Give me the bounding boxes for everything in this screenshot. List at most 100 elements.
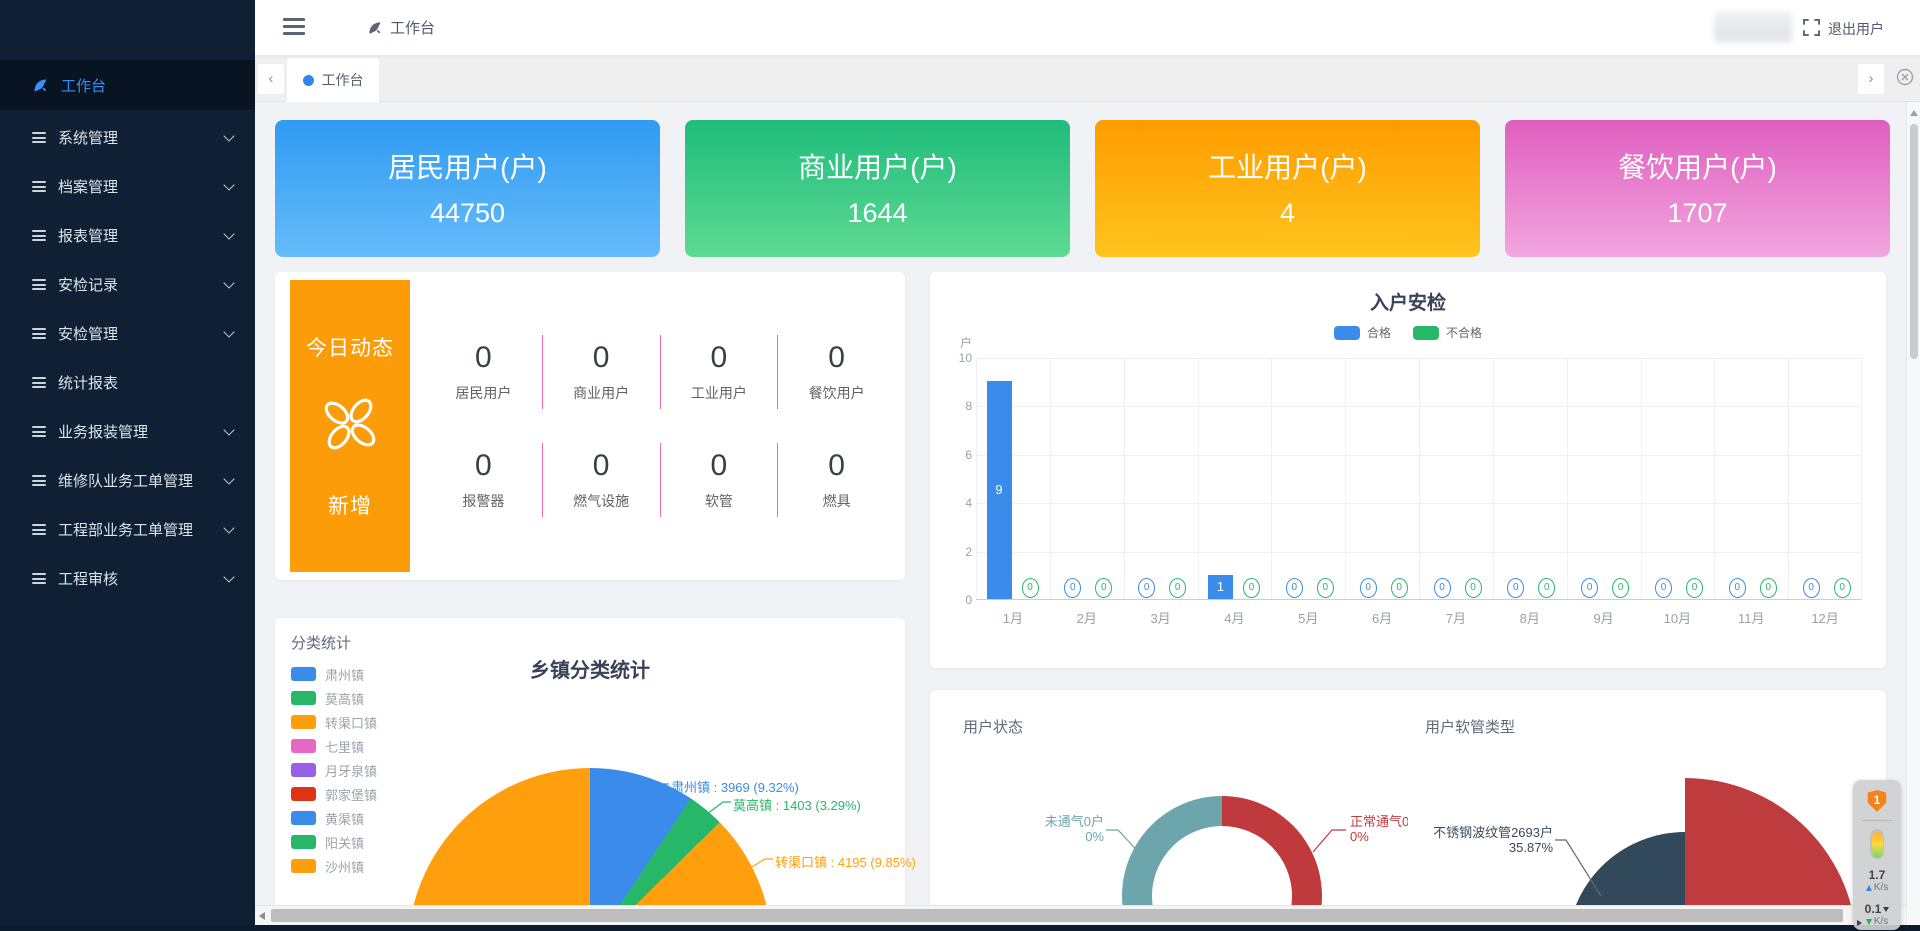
security-shield-icon[interactable]: 1 bbox=[1866, 790, 1888, 812]
zero-value-label: 0 bbox=[1169, 578, 1186, 598]
menu-lines-icon bbox=[32, 377, 46, 388]
stat-card-2[interactable]: 工业用户(户)4 bbox=[1095, 120, 1480, 257]
township-legend-item-七里镇[interactable]: 七里镇 bbox=[291, 734, 377, 758]
sidebar-item-3[interactable]: 报表管理 bbox=[0, 211, 255, 260]
hamburger-menu-icon[interactable] bbox=[283, 18, 305, 36]
legend-swatch bbox=[291, 739, 316, 753]
tabs-scroll-right-icon[interactable]: › bbox=[1858, 64, 1884, 94]
sidebar-item-10[interactable]: 工程审核 bbox=[0, 554, 255, 603]
stat-card-3[interactable]: 餐饮用户(户)1707 bbox=[1505, 120, 1890, 257]
y-tick-label: 6 bbox=[938, 448, 972, 462]
tab-active-dot-icon bbox=[303, 75, 314, 86]
sidebar-item-label: 安检管理 bbox=[58, 323, 118, 344]
sidebar-item-4[interactable]: 安检记录 bbox=[0, 260, 255, 309]
chevron-down-icon bbox=[223, 179, 234, 190]
township-legend-item-阳关镇[interactable]: 阳关镇 bbox=[291, 830, 377, 854]
sidebar-item-5[interactable]: 安检管理 bbox=[0, 309, 255, 358]
stat-card-1[interactable]: 商业用户(户)1644 bbox=[685, 120, 1070, 257]
hose-type-title: 用户软管类型 bbox=[1425, 716, 1515, 737]
legend-item-不合格[interactable]: 不合格 bbox=[1413, 324, 1482, 341]
today-stat-cell: 0燃气设施 bbox=[543, 443, 661, 517]
menu-lines-icon bbox=[32, 181, 46, 192]
upload-speed-unit: K/s bbox=[1866, 882, 1888, 893]
bottom-charts-panel: 用户状态 未通气0户0% 正常通气0户0% 用户软管类型 不锈钢波纹管2693户… bbox=[930, 690, 1886, 931]
collapse-icon[interactable] bbox=[1883, 907, 1889, 912]
zero-value-label: 0 bbox=[1064, 578, 1081, 598]
inspection-legend: 合格 不合格 bbox=[930, 324, 1886, 341]
sidebar-item-label: 工程审核 bbox=[58, 568, 118, 589]
net-speed-widget[interactable]: 1 1.7 K/s 0.1 K/s bbox=[1853, 780, 1901, 930]
legend-swatch bbox=[291, 715, 316, 729]
zero-value-label: 0 bbox=[1138, 578, 1155, 598]
logout-button[interactable]: 退出用户 bbox=[1828, 19, 1884, 39]
x-tick-label: 6月 bbox=[1345, 608, 1419, 627]
download-speed-value: 0.1 bbox=[1865, 902, 1890, 916]
township-legend-item-莫高镇[interactable]: 莫高镇 bbox=[291, 686, 377, 710]
today-stat-value: 0 bbox=[778, 341, 895, 375]
township-panel-title: 分类统计 bbox=[291, 632, 351, 653]
sidebar-item-7[interactable]: 业务报装管理 bbox=[0, 407, 255, 456]
donut-slice-label: 正常通气0户0% bbox=[1350, 814, 1408, 844]
zero-value-label: 0 bbox=[1538, 578, 1555, 598]
leaf-icon bbox=[32, 77, 49, 94]
today-stat-cell: 0报警器 bbox=[425, 443, 543, 517]
bar-value-label: 1 bbox=[1208, 579, 1233, 594]
bar-group-12月: 00 bbox=[1788, 358, 1862, 599]
bar-group-4月: 10 bbox=[1198, 358, 1272, 599]
tabs-scroll-left-icon[interactable]: ‹ bbox=[258, 64, 284, 94]
sidebar-item-8[interactable]: 维修队业务工单管理 bbox=[0, 456, 255, 505]
x-tick-label: 12月 bbox=[1788, 608, 1862, 627]
x-tick-label: 8月 bbox=[1493, 608, 1567, 627]
bar-group-7月: 00 bbox=[1419, 358, 1493, 599]
legend-label: 郭家堡镇 bbox=[325, 785, 377, 804]
township-legend-item-转渠口镇[interactable]: 转渠口镇 bbox=[291, 710, 377, 734]
x-tick-label: 4月 bbox=[1198, 608, 1272, 627]
today-stat-value: 0 bbox=[425, 341, 542, 375]
pie-slice-label: 莫高镇 : 1403 (3.29%) bbox=[733, 795, 861, 814]
legend-item-合格[interactable]: 合格 bbox=[1334, 324, 1391, 341]
legend-swatch bbox=[1413, 326, 1439, 340]
stat-card-title: 工业用户(户) bbox=[1095, 146, 1480, 186]
today-dynamics-panel: 今日动态 新增 0居民用户0商业用户0工业用户0餐饮用户0报警器0燃气设施0软管… bbox=[275, 272, 905, 580]
menu-lines-icon bbox=[32, 573, 46, 584]
legend-swatch bbox=[291, 835, 316, 849]
fullscreen-icon[interactable] bbox=[1803, 19, 1820, 41]
horizontal-scrollbar[interactable] bbox=[255, 905, 1920, 925]
zero-value-label: 0 bbox=[1729, 578, 1746, 598]
sidebar-item-0[interactable]: 工作台 bbox=[0, 60, 255, 110]
donut-slice-label: 未通气0户0% bbox=[1016, 814, 1104, 844]
menu-lines-icon bbox=[32, 328, 46, 339]
township-legend-item-沙州镇[interactable]: 沙州镇 bbox=[291, 854, 377, 878]
flower-icon bbox=[317, 391, 383, 462]
township-legend-item-月牙泉镇[interactable]: 月牙泉镇 bbox=[291, 758, 377, 782]
x-tick-label: 5月 bbox=[1271, 608, 1345, 627]
township-pie-panel: 分类统计 肃州镇莫高镇转渠口镇七里镇月牙泉镇郭家堡镇黄渠镇阳关镇沙州镇 乡镇分类… bbox=[275, 618, 905, 931]
y-tick-label: 8 bbox=[938, 399, 972, 413]
scroll-left-arrow-icon[interactable] bbox=[259, 912, 265, 920]
sidebar-item-label: 工程部业务工单管理 bbox=[58, 519, 193, 540]
today-title: 今日动态 bbox=[306, 332, 394, 362]
today-stat-label: 商业用户 bbox=[543, 383, 660, 403]
zero-value-label: 0 bbox=[1803, 578, 1820, 598]
sidebar-item-1[interactable]: 系统管理 bbox=[0, 113, 255, 162]
stat-card-0[interactable]: 居民用户(户)44750 bbox=[275, 120, 660, 257]
vertical-scrollbar-thumb[interactable] bbox=[1910, 124, 1918, 359]
expand-icon[interactable] bbox=[1857, 920, 1862, 926]
y-tick-label: 10 bbox=[938, 351, 972, 365]
sidebar-item-2[interactable]: 档案管理 bbox=[0, 162, 255, 211]
bar-group-1月: 90 bbox=[976, 358, 1050, 599]
scroll-up-arrow-icon[interactable] bbox=[1910, 110, 1918, 116]
sidebar-item-6[interactable]: 统计报表 bbox=[0, 358, 255, 407]
vertical-scrollbar[interactable] bbox=[1906, 102, 1920, 931]
close-tabs-icon[interactable] bbox=[1896, 68, 1914, 91]
tab-workbench[interactable]: 工作台 bbox=[287, 58, 379, 102]
sidebar-item-9[interactable]: 工程部业务工单管理 bbox=[0, 505, 255, 554]
township-legend-item-黄渠镇[interactable]: 黄渠镇 bbox=[291, 806, 377, 830]
bar-group-6月: 00 bbox=[1345, 358, 1419, 599]
status-pill-icon[interactable] bbox=[1870, 829, 1884, 859]
township-legend-item-郭家堡镇[interactable]: 郭家堡镇 bbox=[291, 782, 377, 806]
x-tick-label: 1月 bbox=[976, 608, 1050, 627]
workbench-icon bbox=[367, 20, 383, 36]
horizontal-scrollbar-thumb[interactable] bbox=[271, 909, 1843, 922]
bar-group-8月: 00 bbox=[1493, 358, 1567, 599]
